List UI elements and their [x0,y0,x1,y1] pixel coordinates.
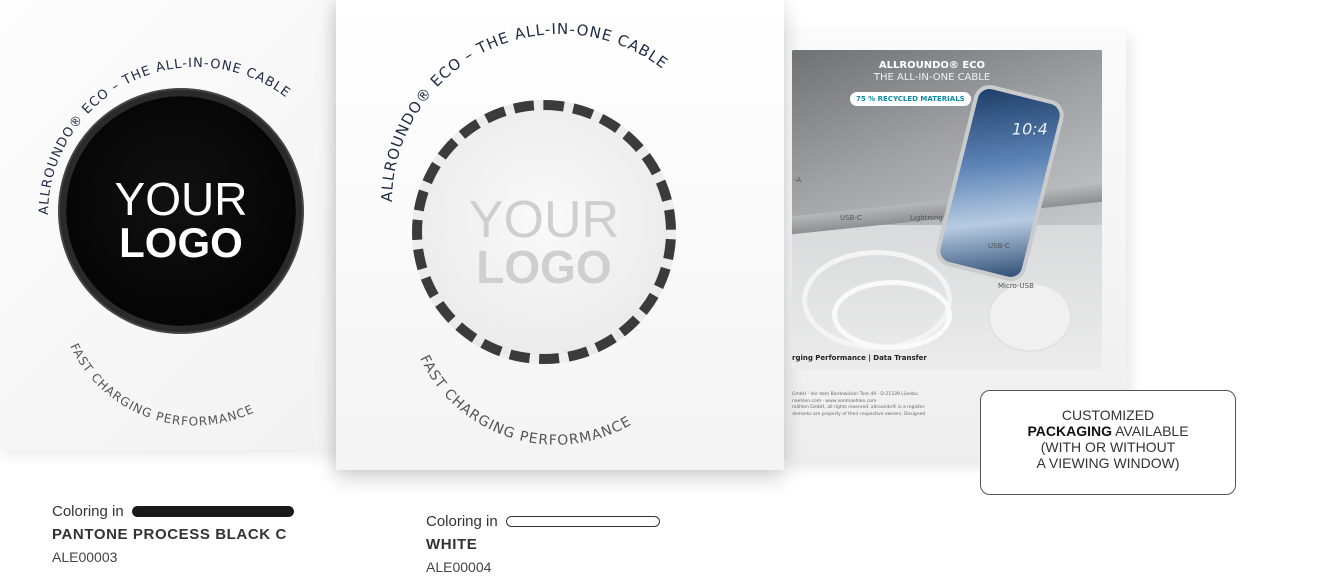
variant-info-black: Coloring in PANTONE PROCESS BLACK C ALE0… [52,503,294,565]
ring-top-text: ALLROUNDO® ECO – THE ALL-IN-ONE CABLE [378,20,671,202]
callout-line4: A VIEWING WINDOW) [1036,455,1180,471]
insert-subtitle: THE ALL-IN-ONE CABLE [873,72,991,83]
custom-packaging-callout: CUSTOMIZED PACKAGING AVAILABLE (WITH OR … [980,390,1236,495]
label-lightning: Lightning [910,214,943,222]
article-code: ALE00004 [426,559,492,575]
ring-top-text: ALLROUNDO® ECO – THE ALL-IN-ONE CABLE [37,56,292,215]
svg-text:ALLROUNDO® ECO – THE ALL-IN-ON: ALLROUNDO® ECO – THE ALL-IN-ONE CABLE [378,20,672,202]
coloring-label: Coloring in [52,503,124,520]
label-usb-c-2: USB-C [988,242,1010,250]
insert-footer: rging Performance | Data Transfer [792,354,927,362]
phone-time: 10:4 [1011,119,1048,139]
color-swatch-white [505,516,660,527]
coloring-row: Coloring in [426,513,660,530]
svg-text:ALLROUNDO® ECO – THE ALL-IN-ON: ALLROUNDO® ECO – THE ALL-IN-ONE CABLE [37,56,293,215]
ring-bottom-text: FAST CHARGING PERFORMANCE [67,341,255,428]
insert-title: ALLROUNDO® ECO [878,60,986,71]
ring-text-white: ALLROUNDO® ECO – THE ALL-IN-ONE CABLE FA… [378,20,672,449]
coloring-row: Coloring in [52,503,294,520]
ring-bottom-text: FAST CHARGING PERFORMANCE [416,353,633,449]
callout-line3: (WITH OR WITHOUT [1040,439,1176,455]
color-swatch-black [131,506,294,517]
product-insert-photo: ALLROUNDO® ECO THE ALL-IN-ONE CABLE 75 %… [792,50,1102,370]
color-name: WHITE [426,536,478,553]
color-name: PANTONE PROCESS BLACK C [52,526,287,543]
svg-text:FAST CHARGING PERFORMANCE: FAST CHARGING PERFORMANCE [67,341,256,428]
ring-text-black: ALLROUNDO® ECO – THE ALL-IN-ONE CABLE FA… [37,56,293,429]
callout-line2: PACKAGING AVAILABLE [1027,423,1189,439]
callout-line1: CUSTOMIZED [1061,407,1155,423]
coiled-cable-image [832,280,952,350]
cable-holder-image [988,282,1072,352]
label-usb-c: USB-C [840,214,862,222]
label-usb-a: -A [794,176,802,184]
variant-info-white: Coloring in WHITE ALE00004 [426,513,660,575]
legal-text: GmbH · Vor dem Bardowicker Tore 49 · D-2… [792,392,926,417]
svg-text:FAST CHARGING PERFORMANCE: FAST CHARGING PERFORMANCE [416,353,634,449]
label-micro-usb: Micro-USB [998,282,1034,290]
coloring-label: Coloring in [426,513,498,530]
article-code: ALE00003 [52,549,118,565]
recycled-badge: 75 % RECYCLED MATERIALS [850,92,971,106]
